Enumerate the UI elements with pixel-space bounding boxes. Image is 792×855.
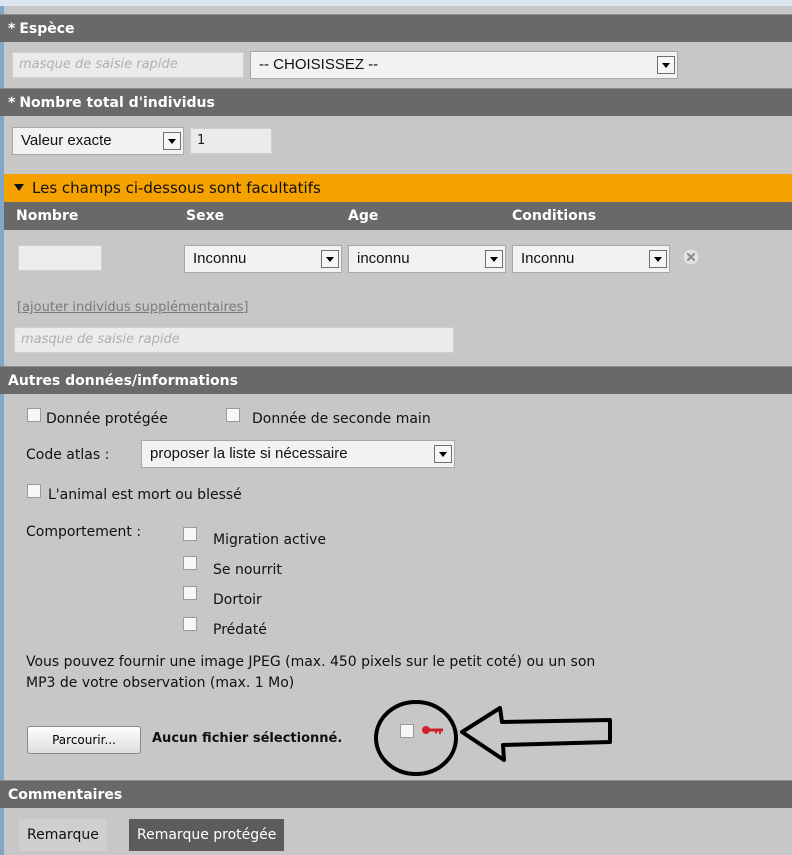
behaviour-checkbox-predated[interactable] [183, 617, 197, 631]
total-header-label: Nombre total d'individus [19, 95, 215, 111]
tab-remarque[interactable]: Remarque [19, 819, 107, 851]
dead-injured-checkbox[interactable] [27, 484, 41, 498]
espece-header-label: Espèce [19, 21, 75, 37]
autres-header: Autres données/informations [0, 366, 792, 394]
window-top-edge [0, 0, 792, 6]
atlas-code-select[interactable]: proposer la liste si nécessaire [141, 440, 455, 468]
protected-checkbox[interactable] [27, 408, 41, 422]
media-help-line-1: Vous pouvez fournir une image JPEG (max.… [26, 654, 596, 670]
commentaires-header-label: Commentaires [8, 787, 123, 803]
tab-remarque-protegee[interactable]: Remarque protégée [129, 819, 285, 851]
behaviour-label-feeding: Se nourrit [213, 562, 282, 578]
behaviour-checkbox-feeding[interactable] [183, 556, 197, 570]
sexe-select-value: Inconnu [193, 250, 247, 267]
behaviour-label-roost: Dortoir [213, 592, 262, 608]
behaviour-label: Comportement : [26, 524, 142, 540]
chevron-down-icon[interactable] [434, 445, 452, 463]
espece-header: * Espèce [0, 14, 792, 42]
behaviour-checkbox-migration[interactable] [183, 527, 197, 541]
column-conditions: Conditions [512, 208, 597, 224]
add-individuals-link[interactable]: [ajouter individus supplémentaires] [17, 300, 248, 315]
chevron-down-icon[interactable] [657, 56, 675, 74]
annotation-circle-arrow [374, 700, 612, 776]
optional-fields-banner-label: Les champs ci-dessous sont facultatifs [32, 179, 321, 197]
behaviour-checkbox-roost[interactable] [183, 586, 197, 600]
dead-injured-label: L'animal est mort ou blessé [48, 487, 242, 503]
behaviour-label-migration: Migration active [213, 532, 327, 548]
individuals-column-header: Nombre Sexe Age Conditions [4, 202, 792, 230]
sexe-select[interactable]: Inconnu [184, 245, 342, 273]
close-icon[interactable] [683, 249, 699, 265]
protected-label: Donnée protégée [46, 411, 168, 427]
chevron-down-icon[interactable] [649, 250, 667, 268]
media-help-line-2: MP3 de votre observation (max. 1 Mo) [26, 675, 295, 691]
conditions-select[interactable]: Inconnu [512, 245, 670, 273]
atlas-code-select-value: proposer la liste si nécessaire [150, 445, 348, 462]
espece-select[interactable]: -- CHOISISSEZ -- [250, 51, 678, 79]
window-left-edge [0, 0, 4, 855]
behaviour-label-predated: Prédaté [213, 622, 267, 638]
total-header: * Nombre total d'individus [0, 88, 792, 116]
column-age: Age [348, 208, 379, 224]
nombre-input[interactable] [18, 245, 102, 271]
column-nombre: Nombre [16, 208, 79, 224]
optional-fields-banner[interactable]: Les champs ci-dessous sont facultatifs [4, 174, 792, 202]
column-sexe: Sexe [186, 208, 225, 224]
individuals-quick-mask-input[interactable]: masque de saisie rapide [14, 327, 454, 353]
browse-file-button[interactable]: Parcourir... [27, 726, 141, 754]
no-file-selected-label: Aucun fichier sélectionné. [152, 731, 343, 746]
total-mode-value: Valeur exacte [21, 132, 112, 149]
age-select-value: inconnu [357, 250, 410, 267]
second-hand-checkbox[interactable] [226, 408, 240, 422]
espece-quick-mask-input[interactable]: masque de saisie rapide [12, 52, 244, 78]
total-count-input[interactable]: 1 [190, 128, 272, 154]
atlas-code-label: Code atlas : [26, 447, 110, 463]
triangle-down-icon [14, 184, 24, 191]
chevron-down-icon[interactable] [321, 250, 339, 268]
chevron-down-icon[interactable] [163, 132, 181, 150]
conditions-select-value: Inconnu [521, 250, 575, 267]
autres-header-label: Autres données/informations [8, 373, 238, 389]
espece-select-value: -- CHOISISSEZ -- [259, 56, 379, 73]
total-mode-select[interactable]: Valeur exacte [12, 127, 184, 155]
commentaires-header: Commentaires [0, 780, 792, 808]
second-hand-label: Donnée de seconde main [252, 411, 431, 427]
age-select[interactable]: inconnu [348, 245, 506, 273]
chevron-down-icon[interactable] [485, 250, 503, 268]
